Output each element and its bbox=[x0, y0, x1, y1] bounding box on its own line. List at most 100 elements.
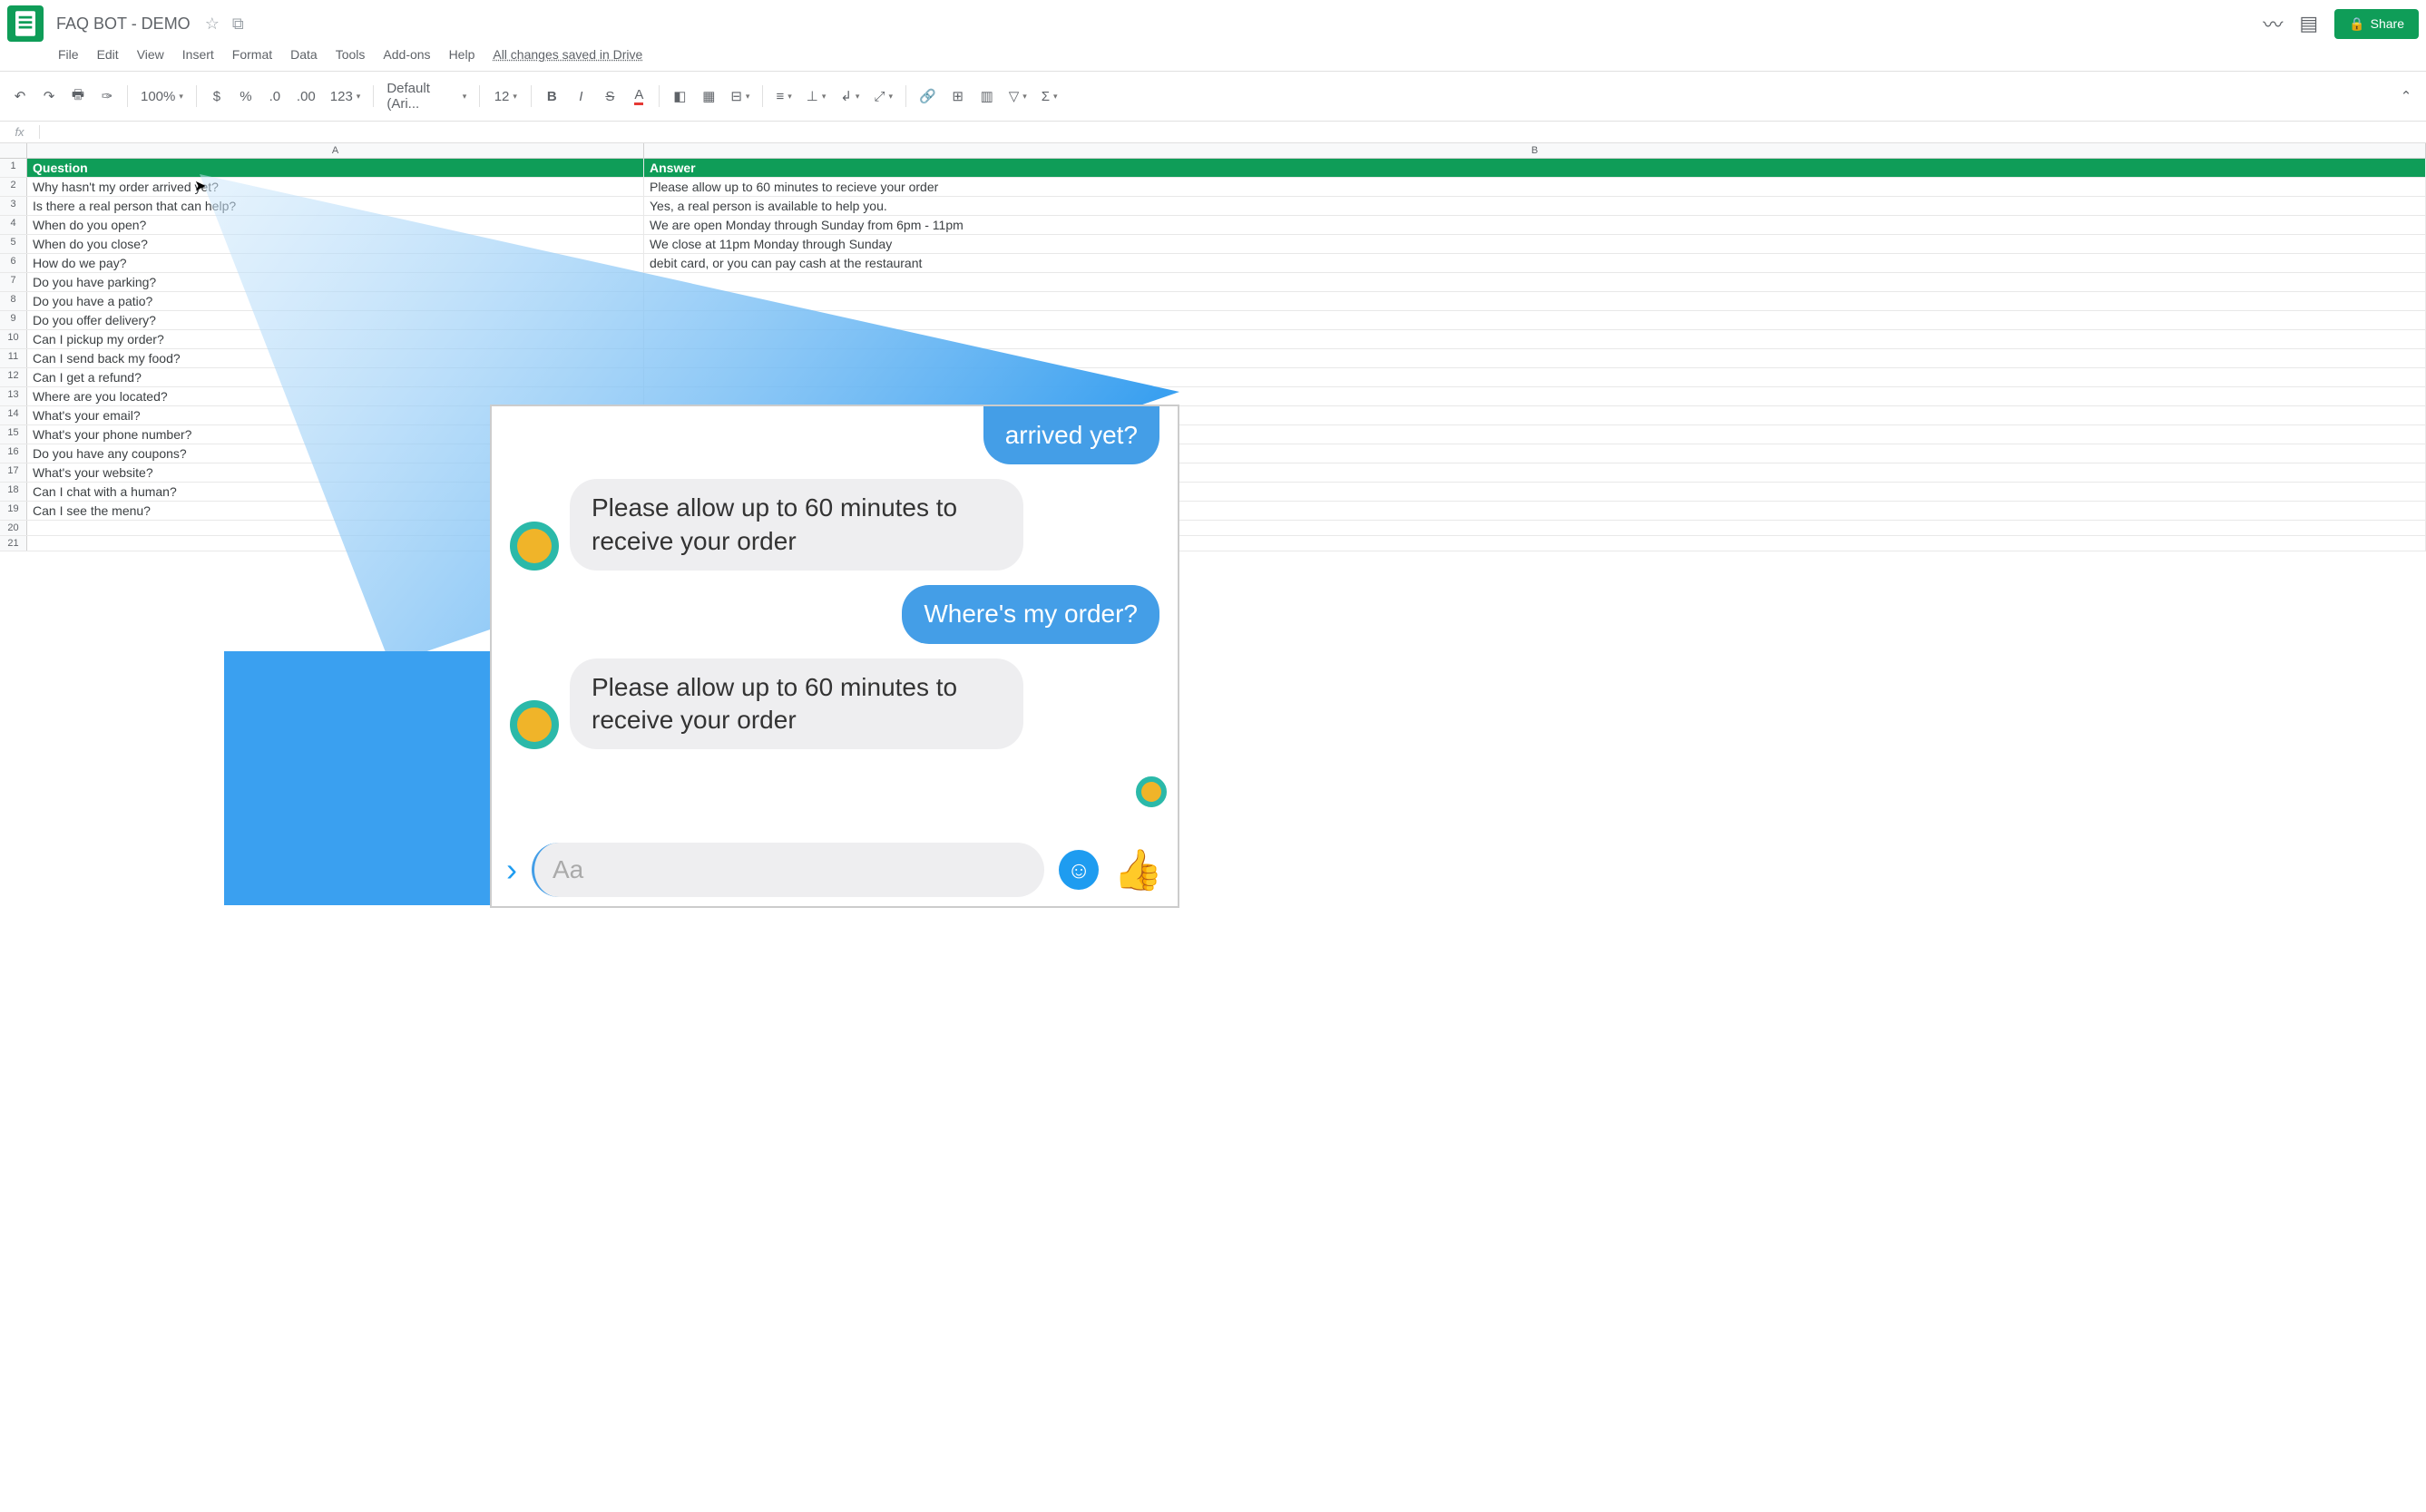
sheets-app-icon[interactable] bbox=[7, 5, 44, 42]
cell-question[interactable]: Is there a real person that can help? bbox=[27, 197, 644, 215]
increase-decimal-button[interactable]: .00 bbox=[291, 83, 321, 110]
row-header[interactable]: 13 bbox=[0, 387, 27, 405]
row-header[interactable]: 20 bbox=[0, 521, 27, 535]
row-header[interactable]: 4 bbox=[0, 216, 27, 234]
cell-question[interactable]: Where are you located? bbox=[27, 387, 644, 405]
column-header-b[interactable]: B bbox=[644, 143, 2426, 158]
menu-addons[interactable]: Add-ons bbox=[376, 44, 437, 65]
row-header[interactable]: 10 bbox=[0, 330, 27, 348]
menu-help[interactable]: Help bbox=[442, 44, 483, 65]
text-color-button[interactable]: A bbox=[626, 82, 651, 111]
emoji-button[interactable]: ☺ bbox=[1059, 850, 1099, 890]
functions-dropdown[interactable]: Σ bbox=[1036, 83, 1063, 110]
row-header[interactable]: 14 bbox=[0, 406, 27, 424]
insert-comment-button[interactable]: ⊞ bbox=[945, 83, 971, 110]
move-icon[interactable]: ⧉ bbox=[232, 15, 244, 34]
row-header[interactable]: 9 bbox=[0, 311, 27, 329]
chat-expand-icon[interactable]: › bbox=[506, 851, 517, 889]
header-cell-question[interactable]: Question bbox=[27, 159, 644, 177]
menu-data[interactable]: Data bbox=[283, 44, 325, 65]
undo-button[interactable]: ↶ bbox=[7, 83, 33, 110]
cell-answer[interactable] bbox=[644, 311, 2426, 329]
cell-answer[interactable]: We are open Monday through Sunday from 6… bbox=[644, 216, 2426, 234]
row-header[interactable]: 7 bbox=[0, 273, 27, 291]
expand-toolbar-button[interactable]: ⌃ bbox=[2393, 83, 2419, 110]
print-button[interactable]: 🖶 bbox=[65, 80, 91, 113]
thumbs-up-button[interactable]: 👍 bbox=[1113, 846, 1163, 893]
borders-button[interactable]: ▦ bbox=[696, 83, 721, 110]
select-all-corner[interactable] bbox=[0, 143, 27, 158]
menu-tools[interactable]: Tools bbox=[328, 44, 373, 65]
comments-icon[interactable]: ▤ bbox=[2299, 12, 2318, 35]
row-header[interactable]: 2 bbox=[0, 178, 27, 196]
share-button[interactable]: 🔒 Share bbox=[2334, 9, 2419, 39]
row-header[interactable]: 12 bbox=[0, 368, 27, 386]
cell-question[interactable]: Can I pickup my order? bbox=[27, 330, 644, 348]
row-header[interactable]: 19 bbox=[0, 502, 27, 520]
cell-question[interactable]: Can I send back my food? bbox=[27, 349, 644, 367]
bold-button[interactable]: B bbox=[539, 83, 564, 110]
row-header[interactable]: 1 bbox=[0, 159, 27, 177]
cell-question[interactable]: Do you have a patio? bbox=[27, 292, 644, 310]
row-header[interactable]: 16 bbox=[0, 444, 27, 463]
cell-answer[interactable] bbox=[644, 273, 2426, 291]
fill-color-button[interactable]: ◧ bbox=[667, 83, 692, 110]
cell-answer[interactable] bbox=[644, 292, 2426, 310]
cell-answer[interactable]: Please allow up to 60 minutes to recieve… bbox=[644, 178, 2426, 196]
menu-edit[interactable]: Edit bbox=[90, 44, 126, 65]
rotate-dropdown[interactable]: ⤢ bbox=[868, 83, 898, 110]
column-header-a[interactable]: A bbox=[27, 143, 644, 158]
cell-answer[interactable]: We close at 11pm Monday through Sunday bbox=[644, 235, 2426, 253]
paint-format-button[interactable]: ✑ bbox=[94, 83, 120, 110]
cell-question[interactable]: When do you close? bbox=[27, 235, 644, 253]
menu-view[interactable]: View bbox=[130, 44, 171, 65]
cell-answer[interactable] bbox=[644, 368, 2426, 386]
filter-dropdown[interactable]: ▽ bbox=[1003, 83, 1032, 110]
h-align-dropdown[interactable]: ≡ bbox=[770, 83, 797, 110]
percent-button[interactable]: % bbox=[233, 83, 259, 110]
zoom-dropdown[interactable]: 100% bbox=[135, 83, 189, 110]
cell-question[interactable]: When do you open? bbox=[27, 216, 644, 234]
cell-question[interactable]: How do we pay? bbox=[27, 254, 644, 272]
cell-question[interactable]: Do you offer delivery? bbox=[27, 311, 644, 329]
header-cell-answer[interactable]: Answer bbox=[644, 159, 2426, 177]
row-header[interactable]: 18 bbox=[0, 483, 27, 501]
font-size-dropdown[interactable]: 12 bbox=[487, 83, 523, 110]
cell-answer[interactable]: Yes, a real person is available to help … bbox=[644, 197, 2426, 215]
row-header[interactable]: 6 bbox=[0, 254, 27, 272]
row-header[interactable]: 15 bbox=[0, 425, 27, 444]
strikethrough-button[interactable]: S bbox=[597, 83, 622, 110]
formula-bar[interactable]: fx bbox=[0, 122, 2426, 143]
spreadsheet-grid[interactable]: A B 1QuestionAnswer 2Why hasn't my order … bbox=[0, 143, 2426, 551]
v-align-dropdown[interactable]: ⊥ bbox=[801, 83, 832, 110]
insert-chart-button[interactable]: ▥ bbox=[974, 83, 1000, 110]
italic-button[interactable]: I bbox=[568, 83, 593, 110]
decrease-decimal-button[interactable]: .0 bbox=[262, 83, 288, 110]
activity-icon[interactable]: 〰 bbox=[2263, 9, 2283, 38]
cell-answer[interactable] bbox=[644, 330, 2426, 348]
cell-answer[interactable] bbox=[644, 387, 2426, 405]
redo-button[interactable]: ↷ bbox=[36, 83, 62, 110]
row-header[interactable]: 5 bbox=[0, 235, 27, 253]
star-icon[interactable]: ☆ bbox=[205, 15, 220, 34]
cell-answer[interactable]: debit card, or you can pay cash at the r… bbox=[644, 254, 2426, 272]
row-header[interactable]: 11 bbox=[0, 349, 27, 367]
insert-link-button[interactable]: 🔗 bbox=[914, 83, 942, 110]
chat-input[interactable]: Aa bbox=[532, 843, 1044, 897]
row-header[interactable]: 17 bbox=[0, 463, 27, 482]
row-header[interactable]: 21 bbox=[0, 536, 27, 551]
currency-button[interactable]: $ bbox=[204, 83, 230, 110]
cell-question[interactable]: Can I get a refund? bbox=[27, 368, 644, 386]
merge-cells-dropdown[interactable]: ⊟ bbox=[725, 83, 755, 110]
font-dropdown[interactable]: Default (Ari... bbox=[381, 75, 472, 117]
cell-question[interactable]: Do you have parking? bbox=[27, 273, 644, 291]
row-header[interactable]: 8 bbox=[0, 292, 27, 310]
number-format-dropdown[interactable]: 123 bbox=[325, 83, 367, 110]
wrap-dropdown[interactable]: ↲ bbox=[835, 83, 865, 110]
row-header[interactable]: 3 bbox=[0, 197, 27, 215]
menu-file[interactable]: File bbox=[51, 44, 86, 65]
menu-format[interactable]: Format bbox=[225, 44, 279, 65]
cell-question[interactable]: Why hasn't my order arrived yet? bbox=[27, 178, 644, 196]
menu-insert[interactable]: Insert bbox=[175, 44, 221, 65]
document-title[interactable]: FAQ BOT - DEMO bbox=[51, 13, 196, 35]
